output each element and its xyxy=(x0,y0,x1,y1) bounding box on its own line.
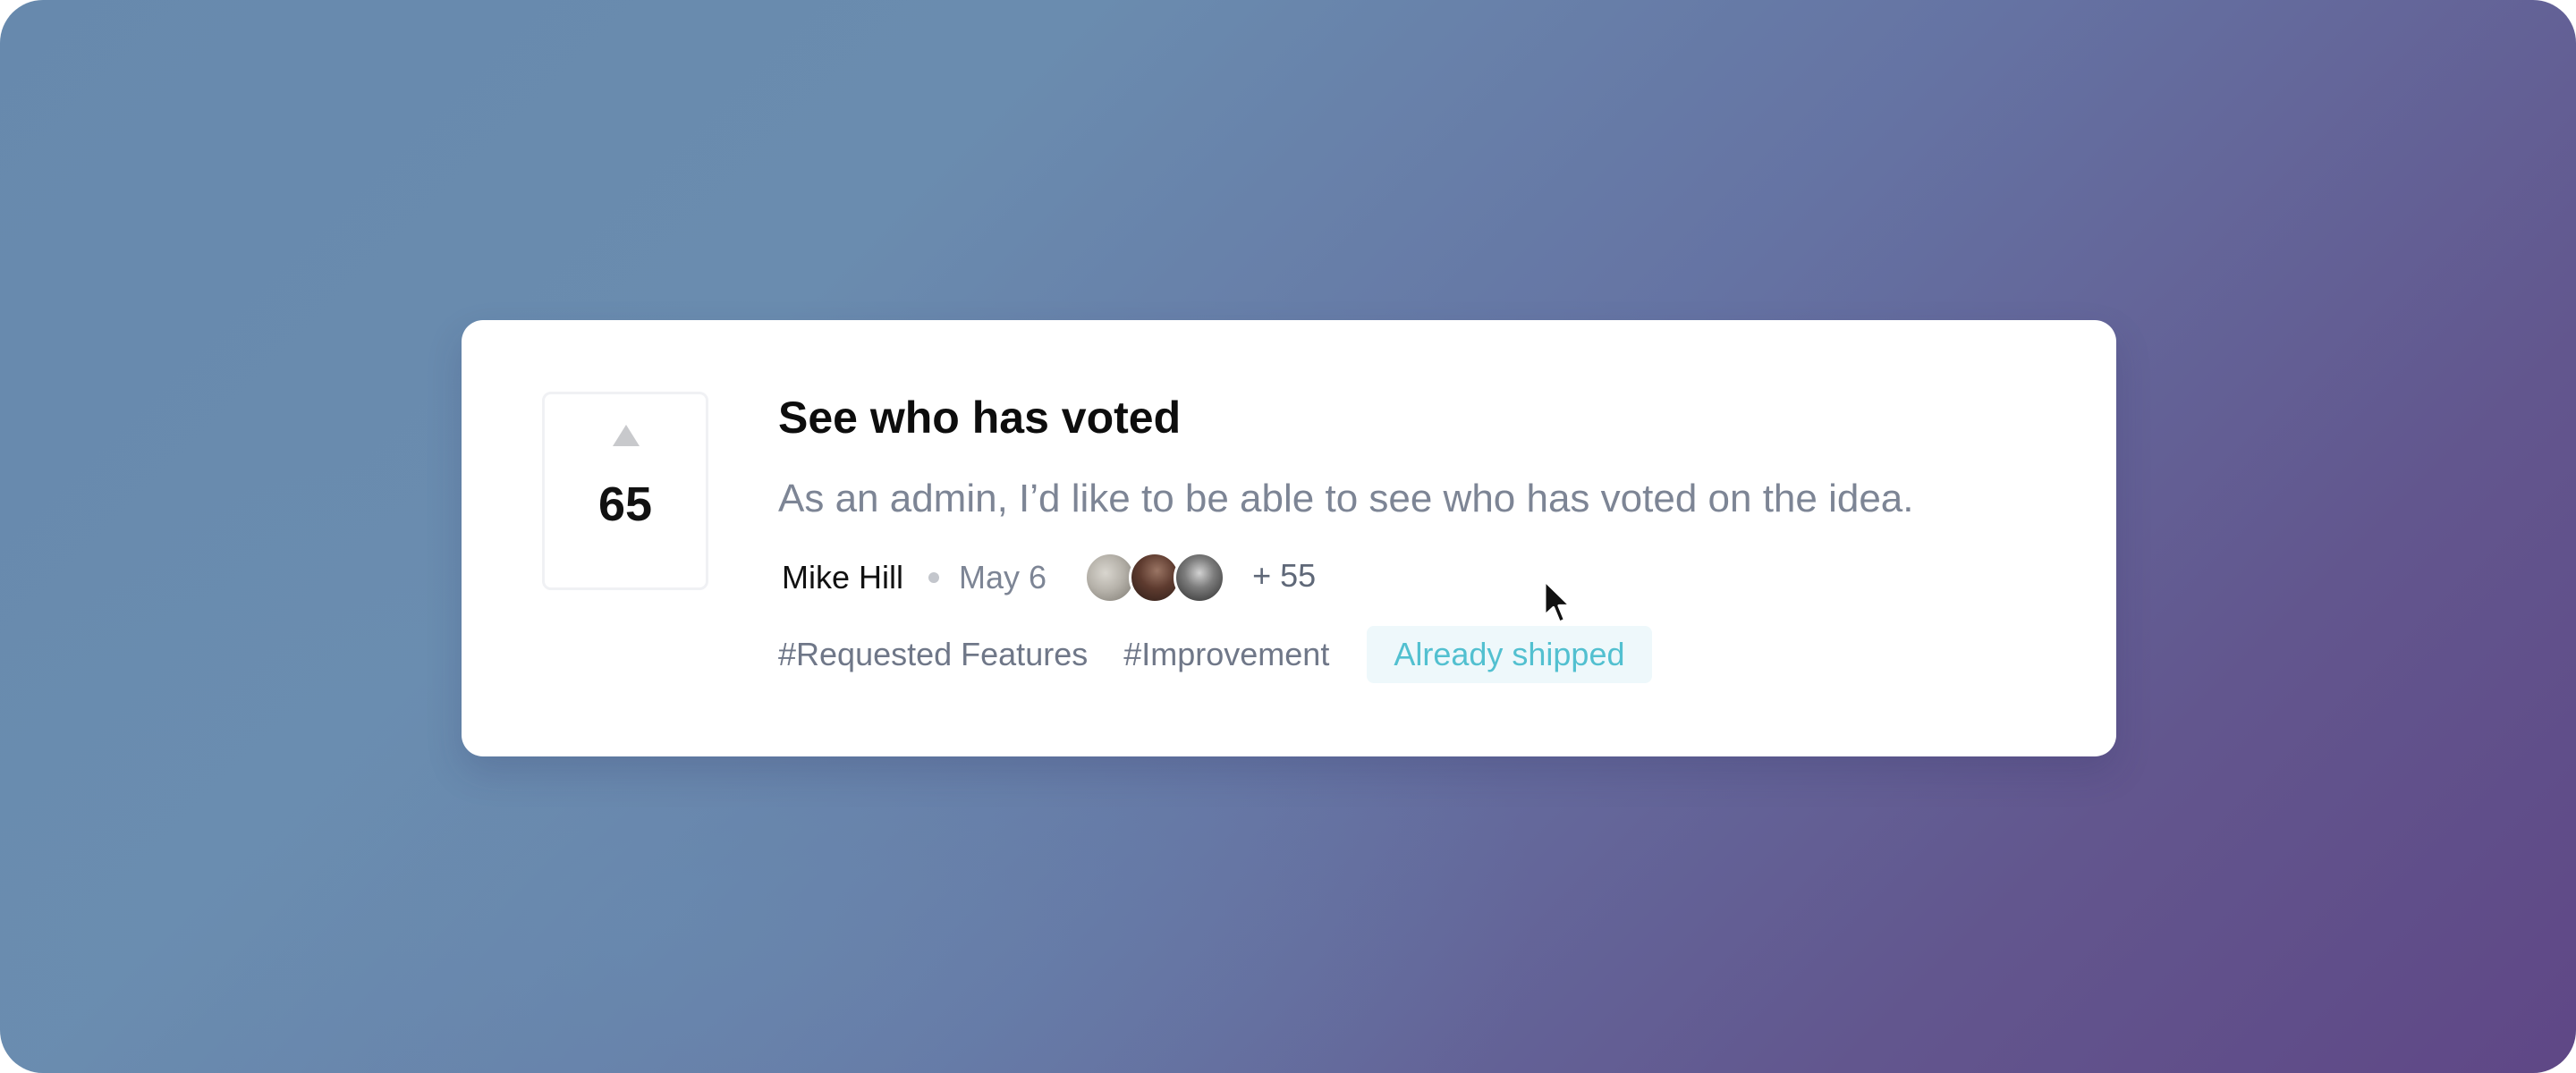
idea-card: 65 See who has voted As an admin, I’d li… xyxy=(462,320,2116,756)
upvote-button[interactable]: 65 xyxy=(542,392,708,590)
tag-improvement[interactable]: #Improvement xyxy=(1123,636,1329,673)
post-date: May 6 xyxy=(959,559,1047,596)
status-badge[interactable]: Already shipped xyxy=(1367,626,1652,683)
voter-avatars[interactable] xyxy=(1084,552,1226,604)
idea-meta: Mike Hill May 6 + 55 xyxy=(778,551,1316,604)
author-name[interactable]: Mike Hill xyxy=(782,559,903,596)
separator-dot xyxy=(928,572,940,583)
vote-count: 65 xyxy=(597,477,653,531)
avatar[interactable] xyxy=(1174,552,1226,604)
tag-row: #Requested Features #Improvement Already… xyxy=(778,626,1652,683)
idea-title[interactable]: See who has voted xyxy=(778,395,1181,440)
more-voters-count[interactable]: + 55 xyxy=(1252,557,1316,595)
mouse-pointer-icon xyxy=(1543,579,1572,624)
triangle-up-icon xyxy=(613,425,640,446)
idea-description: As an admin, I’d like to be able to see … xyxy=(778,477,1914,520)
tag-requested-features[interactable]: #Requested Features xyxy=(778,636,1088,673)
background: 65 See who has voted As an admin, I’d li… xyxy=(0,0,2576,1073)
